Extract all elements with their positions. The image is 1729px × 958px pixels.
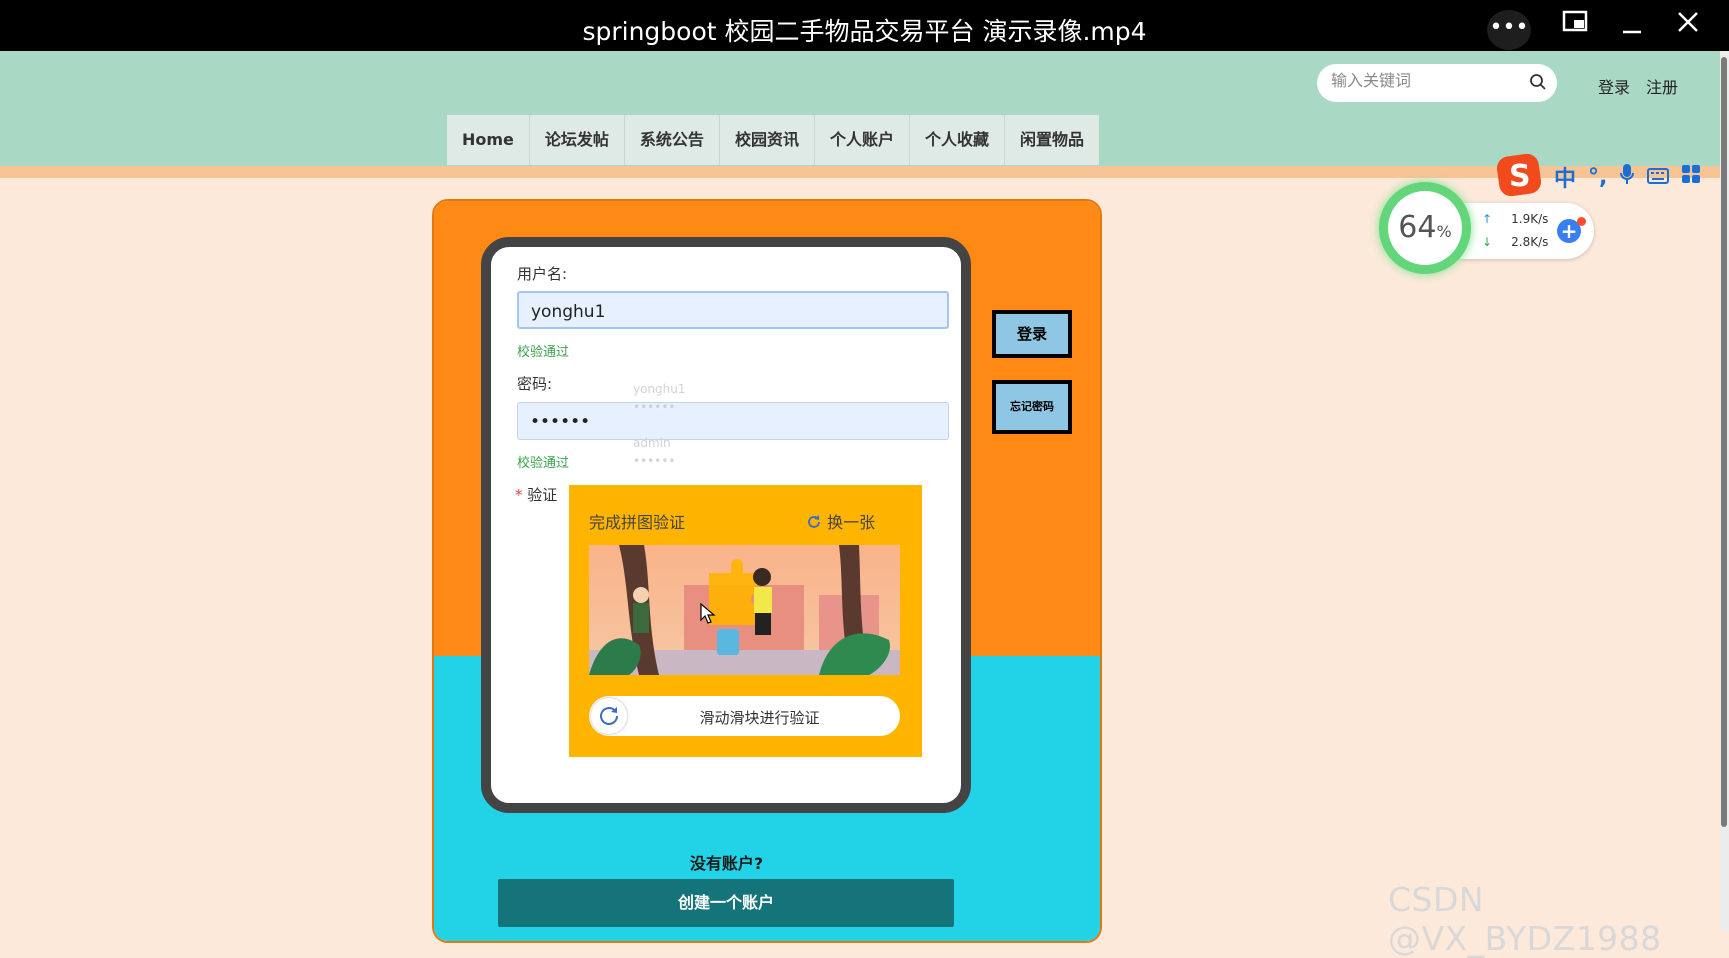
password-label: 密码: xyxy=(517,375,553,393)
autofill-pass-1: •••••• xyxy=(633,400,676,414)
picture-in-picture-icon[interactable] xyxy=(1562,10,1588,41)
autofill-pass-2: •••••• xyxy=(633,454,676,468)
no-account-text: 没有账户? xyxy=(689,854,764,873)
nav-account[interactable]: 个人账户 xyxy=(815,115,910,165)
password-valid-msg: 校验通过 xyxy=(517,456,570,471)
grid-menu-icon[interactable] xyxy=(1681,164,1701,190)
ime-toolbar: S 中 °, xyxy=(1496,152,1701,202)
sogou-logo-icon[interactable]: S xyxy=(1496,153,1542,201)
header-register-link[interactable]: 注册 xyxy=(1646,74,1678,98)
network-monitor[interactable]: ↑ 1.9K/s ↓ 2.8K/s + xyxy=(1460,203,1594,259)
download-speed-value: 2.8K/s xyxy=(1511,235,1549,249)
close-icon[interactable] xyxy=(1676,10,1700,41)
microphone-icon[interactable] xyxy=(1619,163,1635,191)
window-titlebar: springboot 校园二手物品交易平台 演示录像.mp4 ••• xyxy=(0,0,1729,51)
watermark-text: CSDN @VX_BYDZ1988 xyxy=(1388,880,1662,958)
upload-speed: ↑ 1.9K/s xyxy=(1482,212,1548,226)
username-label: 用户名: xyxy=(517,265,568,283)
nav-forum[interactable]: 论坛发帖 xyxy=(530,115,625,165)
captcha-slider-text: 滑动滑块进行验证 xyxy=(699,709,820,727)
refresh-icon xyxy=(806,513,827,532)
nav-favorites[interactable]: 个人收藏 xyxy=(910,115,1005,165)
autofill-user-1[interactable]: yonghu1 xyxy=(633,382,686,396)
captcha-refresh-label: 换一张 xyxy=(827,513,876,532)
create-account-button[interactable]: 创建一个账户 xyxy=(498,879,954,927)
ime-mode[interactable]: 中 xyxy=(1554,161,1576,193)
search-icon[interactable] xyxy=(1529,73,1547,95)
verify-label-text: 验证 xyxy=(527,486,558,504)
username-valid-msg: 校验通过 xyxy=(517,345,570,360)
search-input[interactable] xyxy=(1329,72,1523,92)
scrollbar-thumb[interactable] xyxy=(1721,57,1727,827)
notification-dot xyxy=(1577,217,1586,226)
nav-home[interactable]: Home xyxy=(447,115,530,165)
window-title: springboot 校园二手物品交易平台 演示录像.mp4 xyxy=(582,17,1147,46)
required-mark: * xyxy=(515,486,523,504)
punctuation-icon[interactable]: °, xyxy=(1588,165,1607,190)
keyboard-icon[interactable] xyxy=(1647,165,1670,190)
cpu-percent-sign: % xyxy=(1436,222,1452,241)
download-speed: ↓ 2.8K/s xyxy=(1482,235,1548,249)
page-scrollbar[interactable] xyxy=(1720,51,1729,931)
username-input[interactable]: yonghu1 xyxy=(517,291,949,329)
upload-speed-value: 1.9K/s xyxy=(1511,212,1549,226)
main-nav: Home 论坛发帖 系统公告 校园资讯 个人账户 个人收藏 闲置物品 xyxy=(447,115,1099,165)
verify-label: * 验证 xyxy=(515,484,557,505)
download-arrow-icon: ↓ xyxy=(1482,235,1493,249)
svg-text:S: S xyxy=(1509,159,1531,194)
nav-announcements[interactable]: 系统公告 xyxy=(625,115,720,165)
puzzle-captcha: 完成拼图验证 换一张 滑动滑块进行验证 xyxy=(569,485,922,757)
search-box[interactable] xyxy=(1317,64,1557,102)
cpu-gauge-readout: 64% xyxy=(1388,191,1462,265)
header-stripe xyxy=(0,166,1720,178)
nav-campus-news[interactable]: 校园资讯 xyxy=(720,115,815,165)
header-login-link[interactable]: 登录 xyxy=(1598,74,1630,98)
login-button[interactable]: 登录 xyxy=(992,310,1072,358)
autofill-user-2[interactable]: admin xyxy=(633,436,671,450)
minimize-icon[interactable] xyxy=(1621,10,1643,41)
captcha-refresh-button[interactable]: 换一张 xyxy=(806,509,875,533)
captcha-title: 完成拼图验证 xyxy=(589,513,686,532)
mouse-cursor-icon xyxy=(700,602,716,629)
more-options-icon[interactable]: ••• xyxy=(1487,10,1531,50)
captcha-slider-track[interactable]: 滑动滑块进行验证 xyxy=(589,696,900,736)
upload-arrow-icon: ↑ xyxy=(1482,212,1493,226)
cpu-gauge[interactable]: 64% xyxy=(1379,182,1471,274)
nav-idle-items[interactable]: 闲置物品 xyxy=(1005,115,1099,165)
captcha-image xyxy=(589,545,900,675)
cpu-percent: 64 xyxy=(1398,210,1437,245)
forgot-password-button[interactable]: 忘记密码 xyxy=(992,380,1072,434)
